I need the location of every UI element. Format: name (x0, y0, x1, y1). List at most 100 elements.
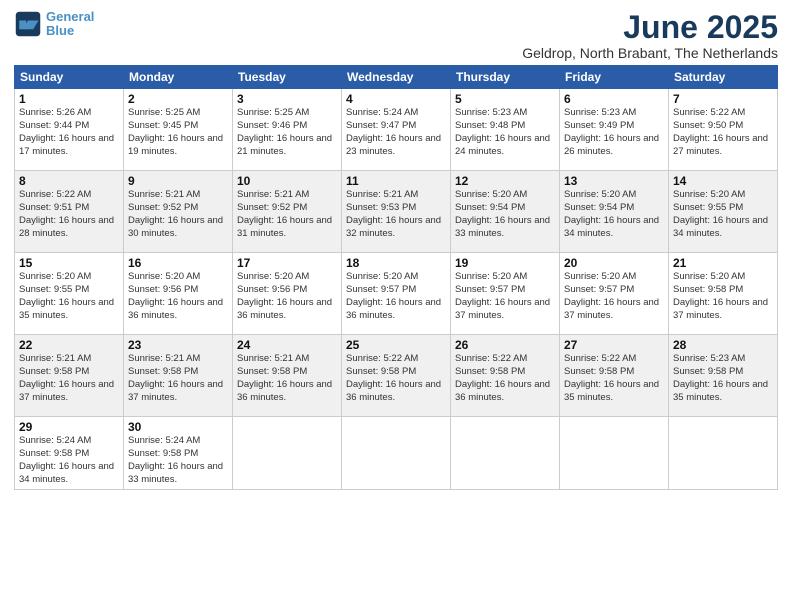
calendar-cell (560, 417, 669, 490)
calendar-cell: 15Sunrise: 5:20 AMSunset: 9:55 PMDayligh… (15, 253, 124, 335)
day-number: 17 (237, 256, 337, 270)
day-number: 21 (673, 256, 773, 270)
logo: General Blue (14, 10, 94, 39)
calendar-cell: 17Sunrise: 5:20 AMSunset: 9:56 PMDayligh… (233, 253, 342, 335)
logo-line2: Blue (46, 24, 94, 38)
calendar-week-row: 29Sunrise: 5:24 AMSunset: 9:58 PMDayligh… (15, 417, 778, 490)
calendar-cell: 11Sunrise: 5:21 AMSunset: 9:53 PMDayligh… (342, 171, 451, 253)
calendar-cell: 25Sunrise: 5:22 AMSunset: 9:58 PMDayligh… (342, 335, 451, 417)
calendar-cell: 13Sunrise: 5:20 AMSunset: 9:54 PMDayligh… (560, 171, 669, 253)
day-info: Sunrise: 5:24 AMSunset: 9:58 PMDaylight:… (19, 435, 119, 486)
day-number: 18 (346, 256, 446, 270)
calendar-cell: 22Sunrise: 5:21 AMSunset: 9:58 PMDayligh… (15, 335, 124, 417)
day-info: Sunrise: 5:22 AMSunset: 9:58 PMDaylight:… (564, 353, 664, 404)
day-number: 26 (455, 338, 555, 352)
calendar-cell: 21Sunrise: 5:20 AMSunset: 9:58 PMDayligh… (669, 253, 778, 335)
day-info: Sunrise: 5:20 AMSunset: 9:57 PMDaylight:… (564, 271, 664, 322)
day-info: Sunrise: 5:21 AMSunset: 9:58 PMDaylight:… (237, 353, 337, 404)
calendar-table: SundayMondayTuesdayWednesdayThursdayFrid… (14, 65, 778, 490)
day-info: Sunrise: 5:26 AMSunset: 9:44 PMDaylight:… (19, 107, 119, 158)
calendar-cell: 12Sunrise: 5:20 AMSunset: 9:54 PMDayligh… (451, 171, 560, 253)
calendar-week-row: 1Sunrise: 5:26 AMSunset: 9:44 PMDaylight… (15, 89, 778, 171)
day-number: 7 (673, 92, 773, 106)
logo-line1: General (46, 10, 94, 24)
day-number: 10 (237, 174, 337, 188)
day-info: Sunrise: 5:21 AMSunset: 9:58 PMDaylight:… (19, 353, 119, 404)
day-number: 14 (673, 174, 773, 188)
calendar-cell: 23Sunrise: 5:21 AMSunset: 9:58 PMDayligh… (124, 335, 233, 417)
day-number: 9 (128, 174, 228, 188)
calendar-cell: 29Sunrise: 5:24 AMSunset: 9:58 PMDayligh… (15, 417, 124, 490)
day-number: 22 (19, 338, 119, 352)
title-block: June 2025 Geldrop, North Brabant, The Ne… (522, 10, 778, 61)
day-number: 20 (564, 256, 664, 270)
day-info: Sunrise: 5:20 AMSunset: 9:56 PMDaylight:… (128, 271, 228, 322)
weekday-header: Thursday (451, 66, 560, 89)
calendar-cell: 5Sunrise: 5:23 AMSunset: 9:48 PMDaylight… (451, 89, 560, 171)
weekday-header-row: SundayMondayTuesdayWednesdayThursdayFrid… (15, 66, 778, 89)
day-number: 24 (237, 338, 337, 352)
day-info: Sunrise: 5:22 AMSunset: 9:58 PMDaylight:… (346, 353, 446, 404)
day-number: 16 (128, 256, 228, 270)
day-number: 4 (346, 92, 446, 106)
day-number: 29 (19, 420, 119, 434)
day-info: Sunrise: 5:21 AMSunset: 9:52 PMDaylight:… (237, 189, 337, 240)
day-number: 2 (128, 92, 228, 106)
calendar-cell: 10Sunrise: 5:21 AMSunset: 9:52 PMDayligh… (233, 171, 342, 253)
calendar-cell: 3Sunrise: 5:25 AMSunset: 9:46 PMDaylight… (233, 89, 342, 171)
calendar-cell (342, 417, 451, 490)
day-number: 28 (673, 338, 773, 352)
calendar-week-row: 15Sunrise: 5:20 AMSunset: 9:55 PMDayligh… (15, 253, 778, 335)
calendar-cell: 20Sunrise: 5:20 AMSunset: 9:57 PMDayligh… (560, 253, 669, 335)
weekday-header: Friday (560, 66, 669, 89)
header: General Blue June 2025 Geldrop, North Br… (14, 10, 778, 61)
day-info: Sunrise: 5:21 AMSunset: 9:53 PMDaylight:… (346, 189, 446, 240)
day-info: Sunrise: 5:25 AMSunset: 9:45 PMDaylight:… (128, 107, 228, 158)
day-number: 11 (346, 174, 446, 188)
weekday-header: Saturday (669, 66, 778, 89)
day-info: Sunrise: 5:20 AMSunset: 9:55 PMDaylight:… (673, 189, 773, 240)
day-info: Sunrise: 5:23 AMSunset: 9:48 PMDaylight:… (455, 107, 555, 158)
calendar-cell (669, 417, 778, 490)
day-number: 25 (346, 338, 446, 352)
day-info: Sunrise: 5:20 AMSunset: 9:57 PMDaylight:… (346, 271, 446, 322)
day-number: 27 (564, 338, 664, 352)
day-number: 15 (19, 256, 119, 270)
day-info: Sunrise: 5:24 AMSunset: 9:58 PMDaylight:… (128, 435, 228, 486)
day-number: 3 (237, 92, 337, 106)
calendar-cell: 26Sunrise: 5:22 AMSunset: 9:58 PMDayligh… (451, 335, 560, 417)
calendar-cell: 7Sunrise: 5:22 AMSunset: 9:50 PMDaylight… (669, 89, 778, 171)
day-info: Sunrise: 5:23 AMSunset: 9:49 PMDaylight:… (564, 107, 664, 158)
calendar-week-row: 8Sunrise: 5:22 AMSunset: 9:51 PMDaylight… (15, 171, 778, 253)
calendar-cell (451, 417, 560, 490)
day-info: Sunrise: 5:21 AMSunset: 9:58 PMDaylight:… (128, 353, 228, 404)
calendar-cell: 19Sunrise: 5:20 AMSunset: 9:57 PMDayligh… (451, 253, 560, 335)
calendar-cell: 27Sunrise: 5:22 AMSunset: 9:58 PMDayligh… (560, 335, 669, 417)
calendar-cell: 18Sunrise: 5:20 AMSunset: 9:57 PMDayligh… (342, 253, 451, 335)
day-info: Sunrise: 5:20 AMSunset: 9:57 PMDaylight:… (455, 271, 555, 322)
calendar-cell: 16Sunrise: 5:20 AMSunset: 9:56 PMDayligh… (124, 253, 233, 335)
calendar-cell: 28Sunrise: 5:23 AMSunset: 9:58 PMDayligh… (669, 335, 778, 417)
day-info: Sunrise: 5:22 AMSunset: 9:50 PMDaylight:… (673, 107, 773, 158)
day-info: Sunrise: 5:20 AMSunset: 9:54 PMDaylight:… (564, 189, 664, 240)
calendar-cell: 4Sunrise: 5:24 AMSunset: 9:47 PMDaylight… (342, 89, 451, 171)
day-number: 12 (455, 174, 555, 188)
logo-icon (14, 10, 42, 38)
day-number: 30 (128, 420, 228, 434)
calendar-week-row: 22Sunrise: 5:21 AMSunset: 9:58 PMDayligh… (15, 335, 778, 417)
logo-text: General Blue (46, 10, 94, 39)
calendar-cell: 8Sunrise: 5:22 AMSunset: 9:51 PMDaylight… (15, 171, 124, 253)
day-number: 13 (564, 174, 664, 188)
calendar-cell: 9Sunrise: 5:21 AMSunset: 9:52 PMDaylight… (124, 171, 233, 253)
day-info: Sunrise: 5:21 AMSunset: 9:52 PMDaylight:… (128, 189, 228, 240)
weekday-header: Monday (124, 66, 233, 89)
day-info: Sunrise: 5:22 AMSunset: 9:51 PMDaylight:… (19, 189, 119, 240)
calendar-cell: 24Sunrise: 5:21 AMSunset: 9:58 PMDayligh… (233, 335, 342, 417)
day-number: 8 (19, 174, 119, 188)
calendar-cell: 14Sunrise: 5:20 AMSunset: 9:55 PMDayligh… (669, 171, 778, 253)
calendar-cell: 6Sunrise: 5:23 AMSunset: 9:49 PMDaylight… (560, 89, 669, 171)
calendar-cell: 1Sunrise: 5:26 AMSunset: 9:44 PMDaylight… (15, 89, 124, 171)
calendar-cell: 2Sunrise: 5:25 AMSunset: 9:45 PMDaylight… (124, 89, 233, 171)
weekday-header: Sunday (15, 66, 124, 89)
calendar-cell (233, 417, 342, 490)
